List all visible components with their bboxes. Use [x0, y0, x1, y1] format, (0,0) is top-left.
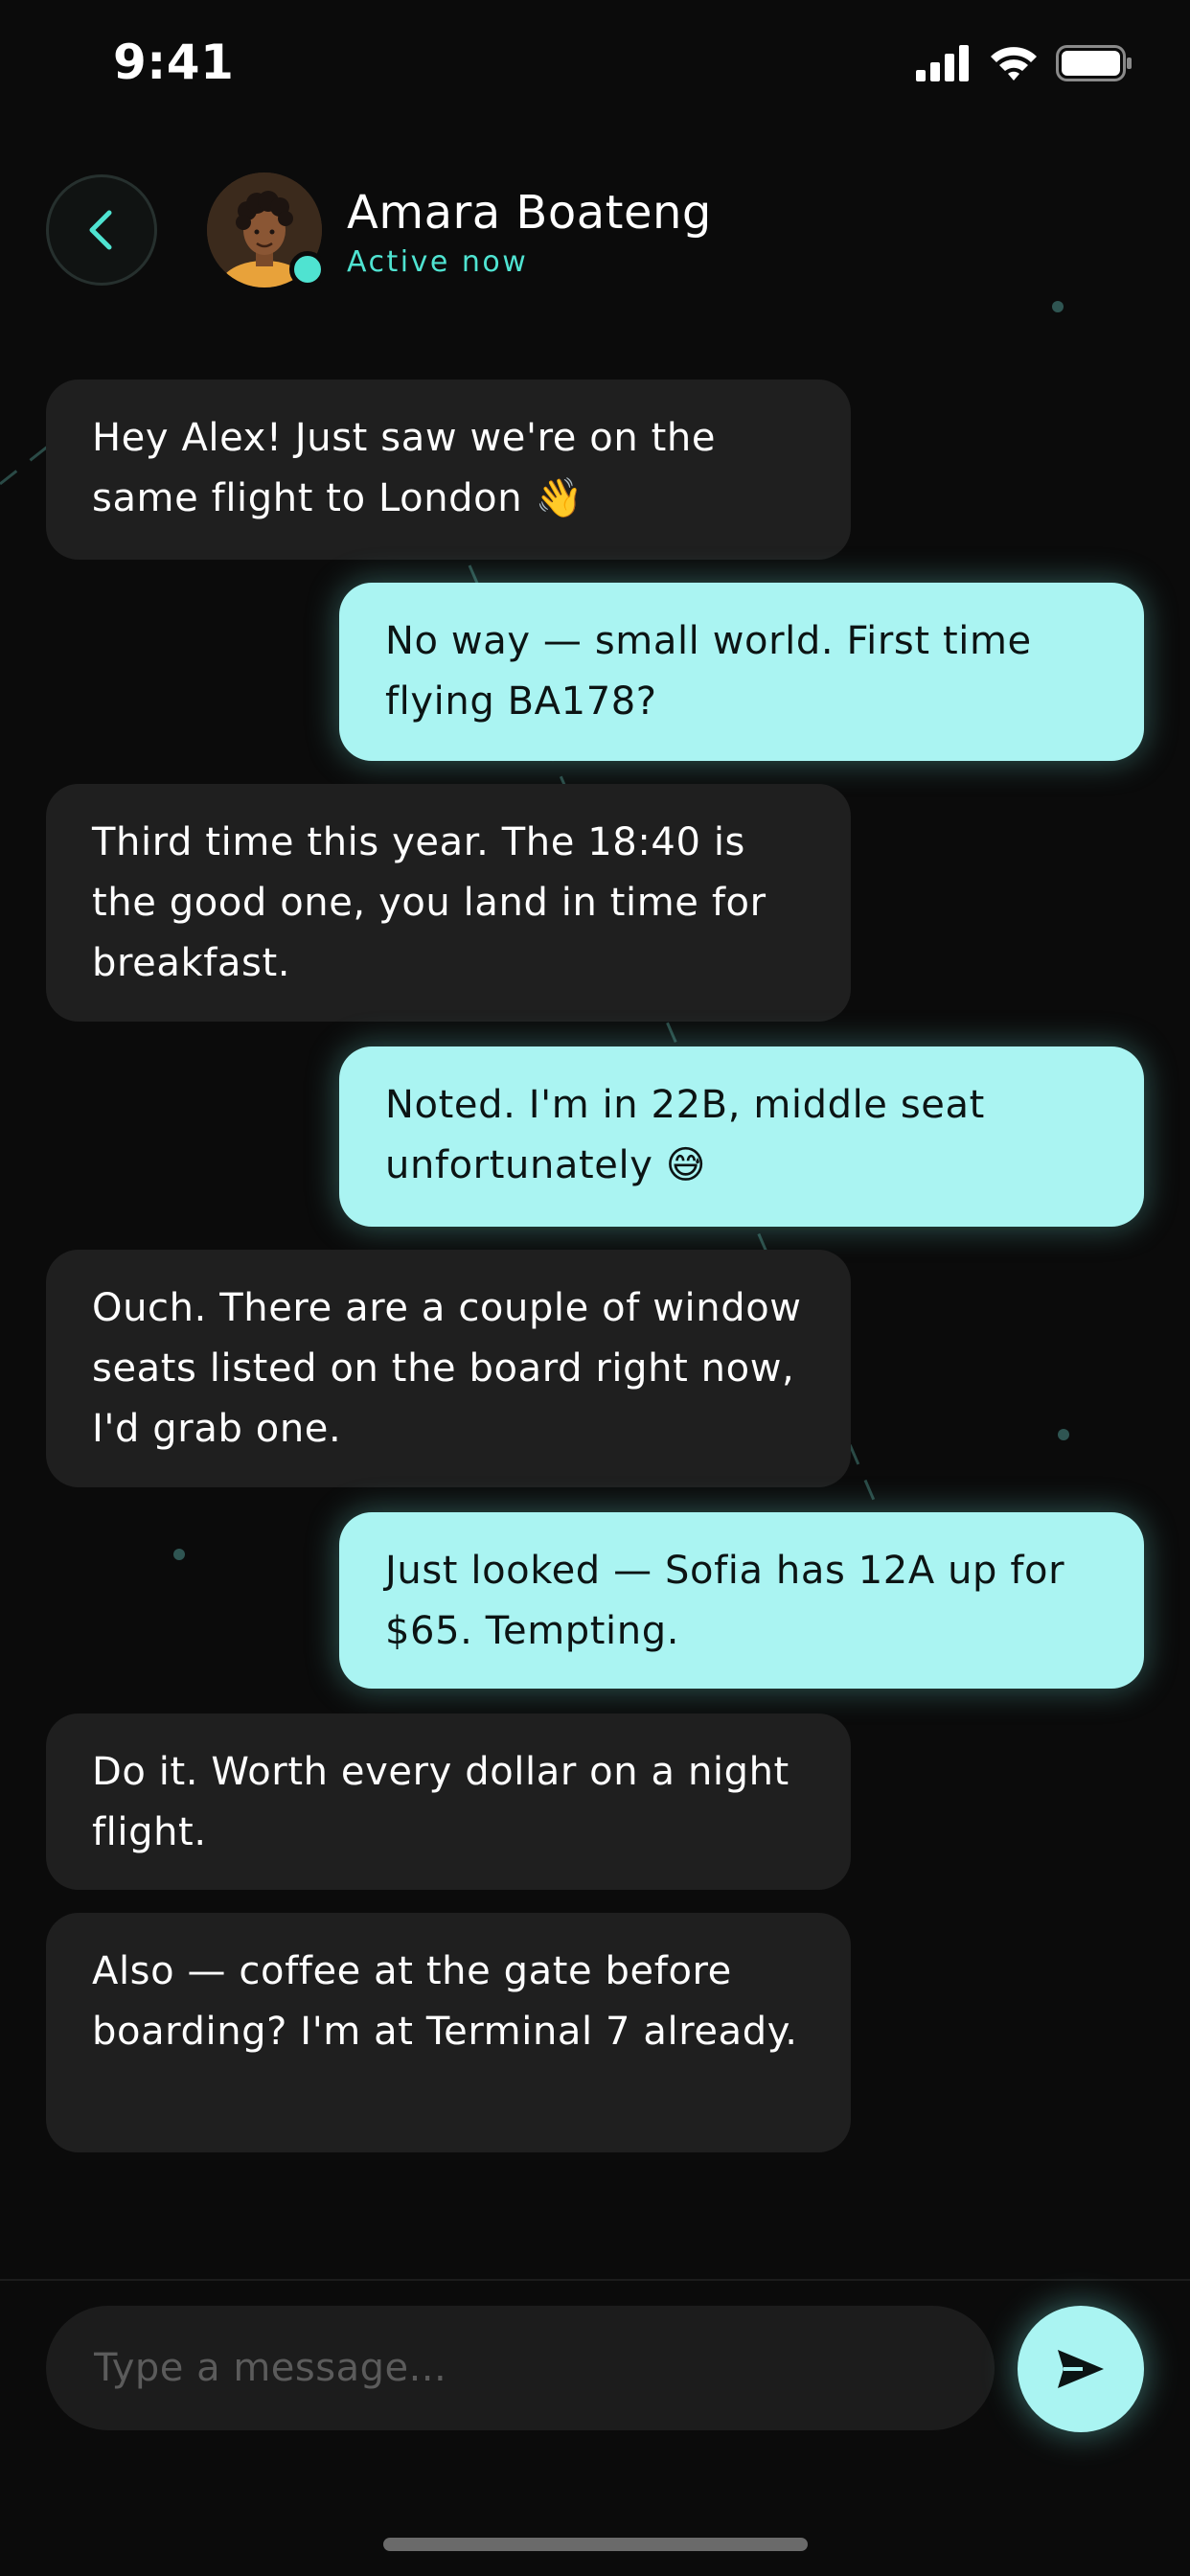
home-indicator[interactable]: [383, 2538, 808, 2551]
message-bubble-outgoing[interactable]: Just looked — Sofia has 12A up for $65. …: [339, 1512, 1144, 1689]
chat-screen: 9:41 Amara Boateng Active now Hey Alex! …: [0, 0, 1190, 2576]
message-bubble-outgoing[interactable]: Noted. I'm in 22B, middle seat unfortuna…: [339, 1046, 1144, 1227]
message-bubble-outgoing[interactable]: No way — small world. First time flying …: [339, 583, 1144, 761]
message-bubble-incoming[interactable]: Third time this year. The 18:40 is the g…: [46, 784, 851, 1022]
message-bubble-incoming[interactable]: Do it. Worth every dollar on a night fli…: [46, 1714, 851, 1890]
message-bubble-incoming[interactable]: Also — coffee at the gate before boardin…: [46, 1913, 851, 2152]
send-arrow-icon: [1058, 2350, 1104, 2388]
message-list: Hey Alex! Just saw we're on the same fli…: [0, 0, 1190, 2576]
message-input[interactable]: [46, 2306, 995, 2430]
send-button[interactable]: [1018, 2306, 1144, 2432]
message-bubble-incoming[interactable]: Hey Alex! Just saw we're on the same fli…: [46, 380, 851, 560]
message-bubble-incoming[interactable]: Ouch. There are a couple of window seats…: [46, 1250, 851, 1487]
composer-divider: [0, 2279, 1190, 2281]
